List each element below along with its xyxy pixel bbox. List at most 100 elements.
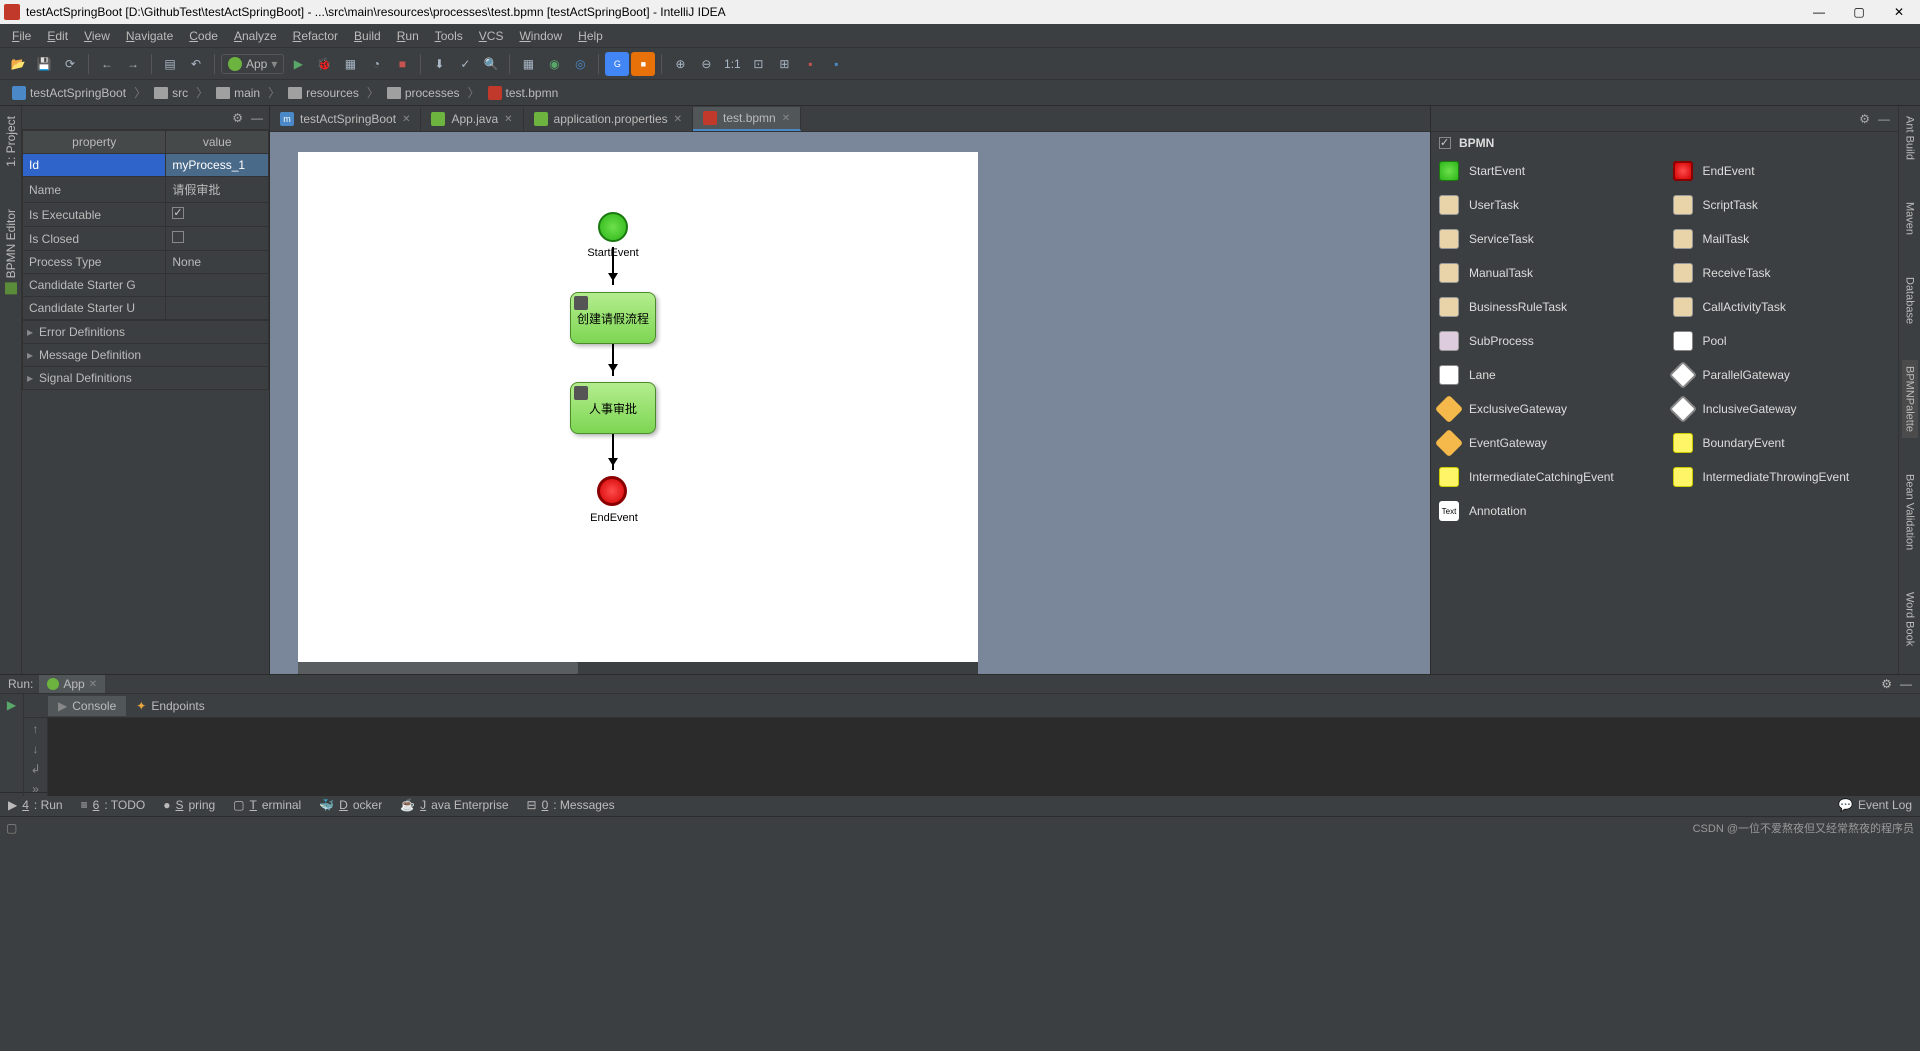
gear-icon[interactable]: ⚙ [232,111,243,125]
run-config-selector[interactable]: App ▾ [221,54,284,74]
forward-icon[interactable]: → [121,52,145,76]
palette-item-businessruletask[interactable]: BusinessRuleTask [1431,290,1665,324]
property-row[interactable]: IdmyProcess_1 [23,154,269,177]
minimize-panel-icon[interactable]: — [1900,677,1912,691]
bean-validation-tab[interactable]: Bean Validation [1902,468,1918,556]
close-button[interactable]: ✕ [1892,5,1906,19]
minimize-button[interactable]: — [1812,5,1826,19]
palette-item-manualtask[interactable]: ManualTask [1431,256,1665,290]
breadcrumb-item[interactable]: src [148,84,194,102]
menu-help[interactable]: Help [570,27,611,45]
maven-tab[interactable]: Maven [1902,196,1918,241]
breadcrumb-item[interactable]: testActSpringBoot [6,84,132,102]
palette-item-inclusivegateway[interactable]: InclusiveGateway [1665,392,1899,426]
property-row[interactable]: Candidate Starter G [23,274,269,297]
menu-run[interactable]: Run [389,27,427,45]
down-icon[interactable]: ↓ [33,742,39,756]
tool6-icon[interactable]: ▪ [824,52,848,76]
cfg-icon[interactable]: ▤ [158,52,182,76]
bottom-tab[interactable]: ⊟ 0: Messages [527,798,615,812]
start-event-node[interactable] [598,212,628,242]
editor-tab[interactable]: test.bpmn✕ [693,107,801,131]
menu-navigate[interactable]: Navigate [118,27,181,45]
bottom-tab[interactable]: ● Spring [163,798,215,812]
zoom-fit-icon[interactable]: ⊡ [746,52,770,76]
palette-item-exclusivegateway[interactable]: ExclusiveGateway [1431,392,1665,426]
menu-refactor[interactable]: Refactor [285,27,346,45]
tool2-icon[interactable]: ◉ [542,52,566,76]
palette-item-parallelgateway[interactable]: ParallelGateway [1665,358,1899,392]
zoom-in-icon[interactable]: ⊕ [668,52,692,76]
save-icon[interactable]: 💾 [32,52,56,76]
ant-build-tab[interactable]: Ant Build [1902,110,1918,166]
bottom-tab[interactable]: ▶ 4: Run [8,798,63,812]
tool5-icon[interactable]: ▪ [798,52,822,76]
property-row[interactable]: Process TypeNone [23,251,269,274]
maximize-button[interactable]: ▢ [1852,5,1866,19]
console-output[interactable] [48,718,1920,796]
end-event-node[interactable] [597,476,627,506]
grid-icon[interactable]: ⊞ [772,52,796,76]
menu-vcs[interactable]: VCS [471,27,512,45]
google-icon[interactable]: G [605,52,629,76]
palette-item-pool[interactable]: Pool [1665,324,1899,358]
stop-icon[interactable]: ■ [390,52,414,76]
breadcrumb-item[interactable]: test.bpmn [482,84,565,102]
menu-tools[interactable]: Tools [427,27,471,45]
property-expandable[interactable]: Message Definition [23,344,269,367]
property-row[interactable]: Is Closed [23,227,269,251]
vcs-update-icon[interactable]: ⬇ [427,52,451,76]
palette-item-eventgateway[interactable]: EventGateway [1431,426,1665,460]
menu-edit[interactable]: Edit [39,27,76,45]
menu-file[interactable]: File [4,27,39,45]
menu-window[interactable]: Window [511,27,570,45]
palette-item-annotation[interactable]: TextAnnotation [1431,494,1665,528]
menu-view[interactable]: View [76,27,118,45]
task-1[interactable]: 创建请假流程 [570,292,656,344]
palette-item-callactivitytask[interactable]: CallActivityTask [1665,290,1899,324]
scrollbar-horizontal[interactable] [298,662,978,674]
palette-item-receivetask[interactable]: ReceiveTask [1665,256,1899,290]
property-row[interactable]: Candidate Starter U [23,297,269,320]
console-tab[interactable]: ▶Console [48,696,126,716]
diagram-canvas[interactable]: StartEvent 创建请假流程 人事审批 EndEvent [298,152,978,672]
database-tab[interactable]: Database [1902,271,1918,330]
palette-item-scripttask[interactable]: ScriptTask [1665,188,1899,222]
menu-analyze[interactable]: Analyze [226,27,285,45]
rerun-icon[interactable]: ▶ [7,698,16,712]
property-row[interactable]: Is Executable [23,203,269,227]
property-row[interactable]: Name请假审批 [23,177,269,203]
wrap-icon[interactable]: ↲ [30,762,40,776]
gear-icon[interactable]: ⚙ [1881,677,1892,691]
open-icon[interactable]: 📂 [6,52,30,76]
status-icon[interactable]: ▢ [6,821,17,835]
checkbox-icon[interactable] [1439,137,1451,149]
breadcrumb-item[interactable]: processes [381,84,466,102]
debug-icon[interactable]: 🐞 [312,52,336,76]
event-log-button[interactable]: 💬 Event Log [1838,798,1912,812]
menu-code[interactable]: Code [181,27,226,45]
palette-item-usertask[interactable]: UserTask [1431,188,1665,222]
gear-icon[interactable]: ⚙ [1859,112,1870,126]
bottom-tab[interactable]: ▢ Terminal [233,798,301,812]
undo-icon[interactable]: ↶ [184,52,208,76]
task-2[interactable]: 人事审批 [570,382,656,434]
editor-tab[interactable]: App.java✕ [421,107,523,131]
palette-item-subprocess[interactable]: SubProcess [1431,324,1665,358]
palette-item-intermediatethrowingevent[interactable]: IntermediateThrowingEvent [1665,460,1899,494]
coverage-icon[interactable]: ▦ [338,52,362,76]
editor-tab[interactable]: mtestActSpringBoot✕ [270,107,421,131]
tool4-icon[interactable]: ■ [631,52,655,76]
search-icon[interactable]: 🔍 [479,52,503,76]
bottom-tab[interactable]: ≡ 6: TODO [81,798,146,812]
bottom-tab[interactable]: 🐳 Docker [319,798,382,812]
endpoints-tab[interactable]: ✦Endpoints [126,696,214,716]
palette-item-mailtask[interactable]: MailTask [1665,222,1899,256]
minimize-panel-icon[interactable]: — [1878,112,1890,126]
breadcrumb-item[interactable]: main [210,84,266,102]
profile-icon[interactable]: ◔ [364,52,388,76]
back-icon[interactable]: ← [95,52,119,76]
tool1-icon[interactable]: ▦ [516,52,540,76]
tool3-icon[interactable]: ◎ [568,52,592,76]
palette-section[interactable]: BPMN [1431,132,1898,154]
